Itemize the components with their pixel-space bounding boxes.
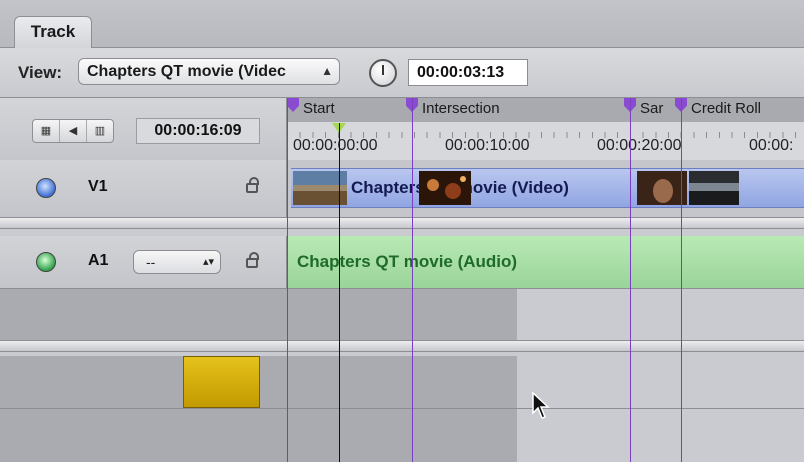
dvd-studio-track-panel: Track View: Chapters QT movie (Videc ▲ 0… <box>0 0 804 462</box>
chapter-marker-bar: Start Intersection Sar Credit Roll <box>287 98 804 122</box>
mouse-cursor-icon <box>532 392 550 419</box>
track-header-v1: V1 <box>0 160 287 217</box>
track-stream-select[interactable]: -- ▴▾ <box>133 250 221 274</box>
view-select[interactable]: Chapters QT movie (Videc ▲ <box>78 58 340 85</box>
track-lane-a2[interactable] <box>0 289 517 340</box>
video-clip[interactable]: Chapters QT movie (Video) <box>291 168 804 208</box>
chapter-line <box>630 98 631 462</box>
track-name: A1 <box>88 252 109 269</box>
ruler-ticks: 00:00:00:00 00:00:10:00 00:00:20:00 00:0… <box>287 122 804 160</box>
chapter-line <box>681 98 682 462</box>
timecode-field[interactable]: 00:00:03:13 <box>408 59 528 86</box>
tab-bar: Track <box>0 0 804 48</box>
track-lane-v1[interactable]: Chapters QT movie (Video) <box>287 160 804 217</box>
stopwatch-icon[interactable] <box>369 59 397 87</box>
chapter-marker-label: Intersection <box>422 100 500 117</box>
clip-thumbnail <box>419 171 471 205</box>
audio-clip-label: Chapters QT movie (Audio) <box>297 252 518 271</box>
view-label: View: <box>18 63 63 82</box>
audio-clip[interactable]: Chapters QT movie (Audio) <box>287 236 804 288</box>
chevron-updown-icon: ▴▾ <box>202 256 214 268</box>
track-group-divider[interactable] <box>0 340 804 352</box>
track-header-controls: ▦ ◀ ▥ 00:00:16:09 <box>0 98 287 160</box>
ruler-label: 00:00: <box>749 137 794 154</box>
chapter-marker-label: Sar <box>640 100 664 117</box>
ruler-label: 00:00:20:00 <box>597 137 682 154</box>
clip-thumbnail <box>689 171 739 205</box>
chapter-flag-icon <box>287 98 299 112</box>
playhead-line[interactable] <box>339 123 340 462</box>
track-header-a1: A1 -- ▴▾ <box>0 236 287 288</box>
chevron-updown-icon: ▲ <box>321 64 333 78</box>
track-lane-s1[interactable] <box>0 356 517 408</box>
view-bar: View: Chapters QT movie (Videc ▲ 00:00:0… <box>0 48 804 98</box>
lock-icon[interactable] <box>246 252 259 268</box>
track-lane-a1[interactable]: Chapters QT movie (Audio) <box>287 236 804 288</box>
audio-track-enable-icon[interactable] <box>36 252 56 272</box>
ruler-label: 00:00:10:00 <box>445 137 530 154</box>
view-select-value: Chapters QT movie (Videc <box>87 63 286 80</box>
video-track-enable-icon[interactable] <box>36 178 56 198</box>
clip-thumbnail <box>637 171 687 205</box>
lock-icon[interactable] <box>246 177 259 193</box>
track-duration: 00:00:16:09 <box>136 118 260 144</box>
grid-view-icon[interactable]: ▥ <box>87 120 113 142</box>
audio-view-icon[interactable]: ◀ <box>60 120 87 142</box>
tab-track[interactable]: Track <box>14 16 92 48</box>
track-select-value: -- <box>146 254 156 270</box>
timeline-ruler[interactable]: Start Intersection Sar Credit Roll 00:00… <box>287 98 804 160</box>
chapter-line <box>287 98 288 462</box>
chapter-marker-label: Credit Roll <box>691 100 762 117</box>
ruler-label: 00:00:00:00 <box>293 137 378 154</box>
track-lane-s2[interactable] <box>0 409 517 462</box>
video-view-icon[interactable]: ▦ <box>33 120 60 142</box>
subtitle-clip[interactable] <box>183 356 260 408</box>
chapter-marker-label: Start <box>303 100 335 117</box>
chapter-line <box>412 98 413 462</box>
view-toggle-group: ▦ ◀ ▥ <box>32 119 114 143</box>
track-name: V1 <box>88 178 108 195</box>
track-group-divider[interactable] <box>0 217 804 229</box>
